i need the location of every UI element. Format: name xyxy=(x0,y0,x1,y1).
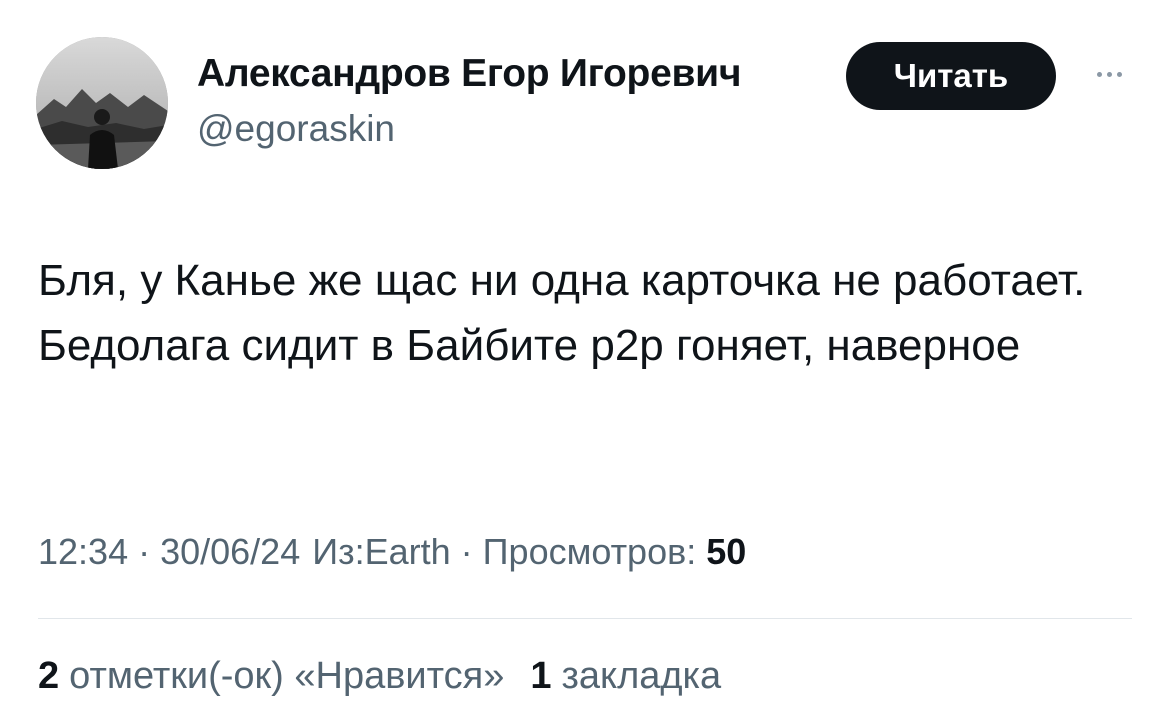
more-dot xyxy=(1106,71,1112,77)
bookmarks-count: 1 xyxy=(530,655,552,697)
author-handle[interactable]: @egoraskin xyxy=(197,108,395,150)
more-dot xyxy=(1116,71,1122,77)
likes-label: отметки(-ок) «Нравится» xyxy=(69,655,505,697)
tweet-date[interactable]: 30/06/24 xyxy=(160,531,300,573)
more-icon[interactable] xyxy=(1085,58,1133,90)
author-name[interactable]: Александров Егор Игоревич xyxy=(197,52,741,96)
likes-count: 2 xyxy=(38,655,60,697)
divider xyxy=(38,618,1132,619)
tweet-text: Бля, у Канье же щас ни одна карточка не … xyxy=(38,256,1086,370)
bookmarks-stat[interactable]: 1 закладка xyxy=(530,655,721,698)
tweet-source: Из:Earth xyxy=(312,531,451,572)
tweet-stats: 2 отметки(-ок) «Нравится» 1 закладка xyxy=(38,655,721,698)
views-count: 50 xyxy=(706,531,747,572)
likes-stat[interactable]: 2 отметки(-ок) «Нравится» xyxy=(38,655,504,698)
bookmarks-label: закладка xyxy=(561,655,722,697)
avatar-photo xyxy=(36,37,168,169)
avatar[interactable] xyxy=(36,37,168,169)
tweet-time[interactable]: 12:34 xyxy=(38,531,128,573)
meta-separator: · xyxy=(460,531,473,572)
meta-separator: · xyxy=(138,531,151,572)
more-dot xyxy=(1096,71,1102,77)
tweet-meta: 12:34 · 30/06/24 Из:Earth · Просмотров: … xyxy=(38,531,746,573)
views-label: Просмотров: xyxy=(482,531,697,572)
follow-button[interactable]: Читать xyxy=(846,42,1056,110)
